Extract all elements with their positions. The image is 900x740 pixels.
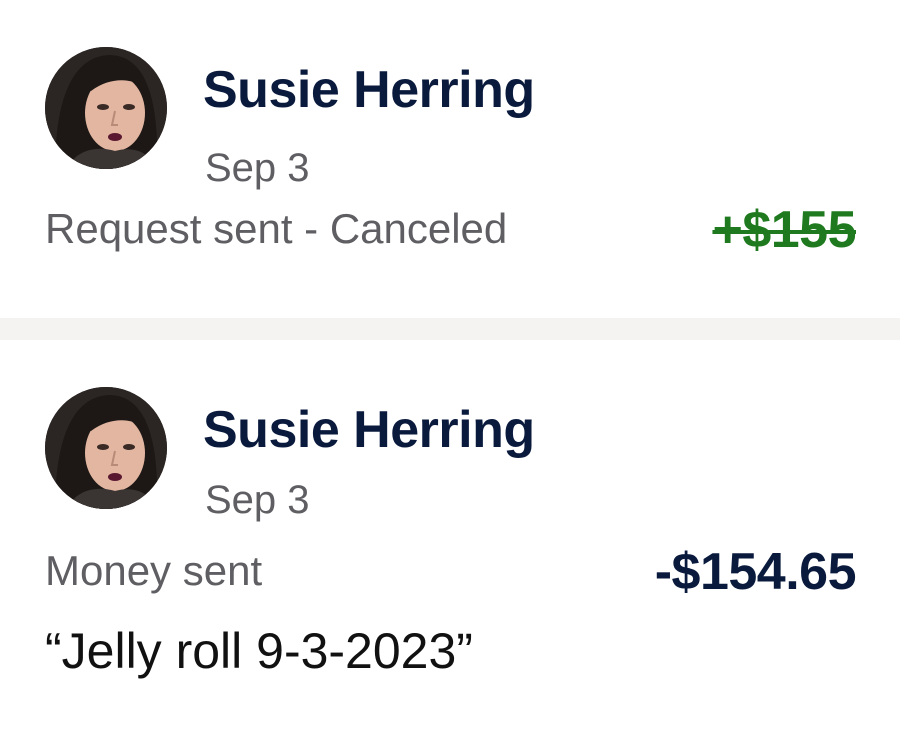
avatar[interactable] [45,47,167,169]
transaction-date: Sep 3 [205,478,310,522]
contact-name: Susie Herring [203,61,535,119]
transaction-date: Sep 3 [205,146,310,190]
avatar[interactable] [45,387,167,509]
transaction-amount: -$154.65 [654,543,857,601]
transaction-note: “Jelly roll 9-3-2023” [45,623,473,679]
user-photo-icon [45,47,167,169]
transaction-feed: Susie Herring Sep 3 Request sent - Cance… [0,0,900,740]
transaction-amount: +$155 [712,201,856,259]
section-divider [0,318,900,340]
user-photo-icon [45,387,167,509]
transaction-status: Request sent - Canceled [45,205,508,252]
contact-name: Susie Herring [203,401,535,459]
transaction-card-request[interactable]: Susie Herring Sep 3 Request sent - Cance… [0,0,900,318]
transaction-card-payment[interactable]: Susie Herring Sep 3 Money sent -$154.65 … [0,340,900,740]
transaction-status: Money sent [45,547,263,594]
